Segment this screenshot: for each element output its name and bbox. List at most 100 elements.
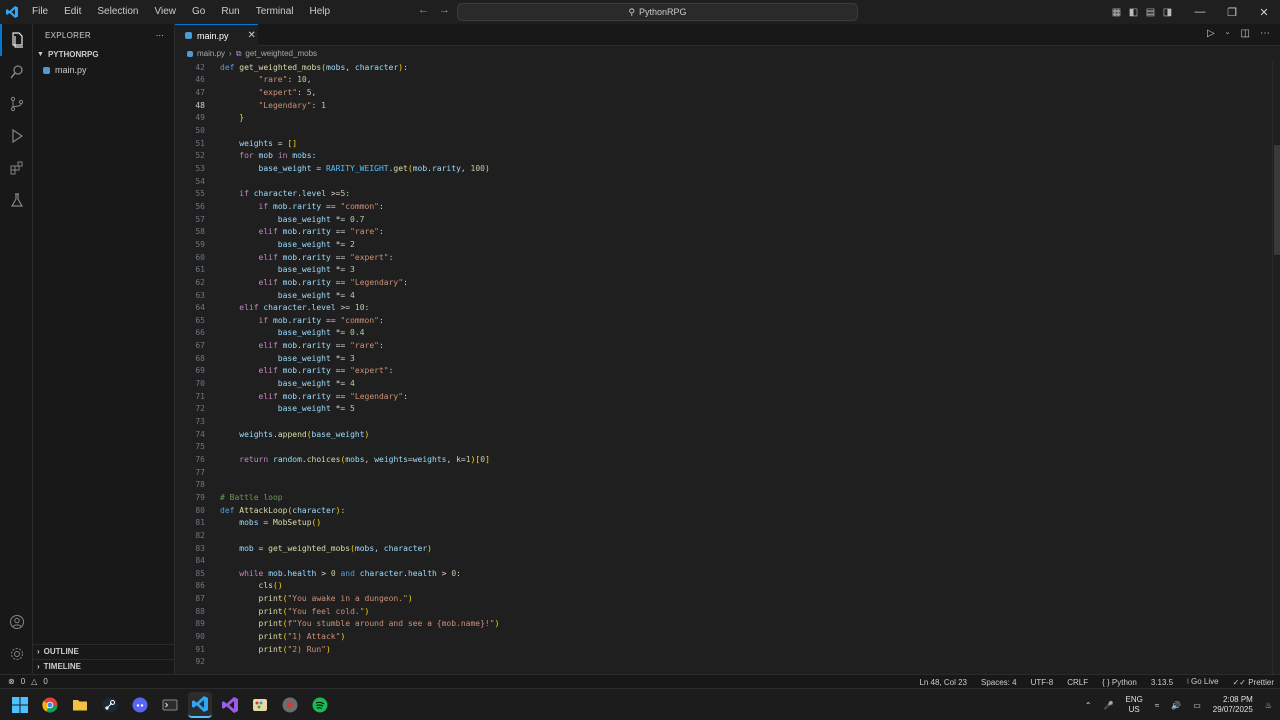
menu-go[interactable]: Go bbox=[184, 0, 213, 24]
search-view-icon[interactable] bbox=[0, 56, 33, 88]
menu-run[interactable]: Run bbox=[213, 0, 247, 24]
code-line[interactable]: 47 "expert": 5, bbox=[175, 86, 1272, 99]
code-line[interactable]: 59 base_weight *= 2 bbox=[175, 238, 1272, 251]
code-line[interactable]: 52 for mob in mobs: bbox=[175, 150, 1272, 163]
code-line[interactable]: 83 mob = get_weighted_mobs(mobs, charact… bbox=[175, 542, 1272, 555]
code-line[interactable]: 82 bbox=[175, 529, 1272, 542]
speaker-icon[interactable]: 🔊 bbox=[1171, 701, 1181, 710]
layout-icon[interactable]: ▦ bbox=[1108, 0, 1125, 24]
code-line[interactable]: 90 print("1) Attack") bbox=[175, 630, 1272, 643]
file-item-main-py[interactable]: main.py bbox=[33, 62, 174, 78]
wifi-icon[interactable]: ≈ bbox=[1155, 701, 1159, 710]
code-line[interactable]: 77 bbox=[175, 466, 1272, 479]
code-line[interactable]: 54 bbox=[175, 175, 1272, 188]
run-python-icon[interactable]: ▷ bbox=[1207, 28, 1215, 39]
code-line[interactable]: 85 while mob.health > 0 and character.he… bbox=[175, 567, 1272, 580]
code-line[interactable]: 86 cls() bbox=[175, 580, 1272, 593]
breadcrumb-file[interactable]: main.py bbox=[197, 49, 225, 58]
tab-main-py[interactable]: main.py ✕ bbox=[175, 24, 258, 46]
code-line[interactable]: 55 if character.level >=5: bbox=[175, 188, 1272, 201]
code-line[interactable]: 51 weights = [] bbox=[175, 137, 1272, 150]
code-line[interactable]: 72 base_weight *= 5 bbox=[175, 403, 1272, 416]
code-line[interactable]: 57 base_weight *= 0.7 bbox=[175, 213, 1272, 226]
code-line[interactable]: 74 weights.append(base_weight) bbox=[175, 428, 1272, 441]
code-line[interactable]: 71 elif mob.rarity == "Legendary": bbox=[175, 390, 1272, 403]
go-live[interactable]: ⧙ Go Live bbox=[1187, 677, 1218, 687]
file-explorer-icon[interactable] bbox=[68, 692, 92, 718]
code-line[interactable]: 65 if mob.rarity == "common": bbox=[175, 314, 1272, 327]
code-line[interactable]: 80 def AttackLoop(character): bbox=[175, 504, 1272, 517]
battery-icon[interactable]: ▭ bbox=[1193, 701, 1201, 710]
spotify-icon[interactable] bbox=[308, 692, 332, 718]
code-line[interactable]: 69 elif mob.rarity == "expert": bbox=[175, 365, 1272, 378]
accounts-icon[interactable] bbox=[0, 606, 33, 638]
run-debug-icon[interactable] bbox=[0, 120, 33, 152]
restore-icon[interactable]: ❐ bbox=[1216, 0, 1248, 24]
explorer-icon[interactable] bbox=[0, 24, 33, 56]
source-control-icon[interactable] bbox=[0, 88, 33, 120]
steam-icon[interactable] bbox=[98, 692, 122, 718]
terminal-app-icon[interactable] bbox=[158, 692, 182, 718]
split-editor-icon[interactable]: ◫ bbox=[1241, 28, 1250, 39]
settings-gear-icon[interactable] bbox=[0, 638, 33, 670]
toggle-panel-icon[interactable]: ▤ bbox=[1142, 0, 1159, 24]
code-line[interactable]: 68 base_weight *= 3 bbox=[175, 352, 1272, 365]
menu-edit[interactable]: Edit bbox=[56, 0, 89, 24]
code-line[interactable]: 79 # Battle loop bbox=[175, 491, 1272, 504]
cursor-position[interactable]: Ln 48, Col 23 bbox=[919, 678, 967, 687]
language-mode[interactable]: { } Python bbox=[1102, 678, 1137, 687]
code-line[interactable]: 42 def get_weighted_mobs(mobs, character)… bbox=[175, 61, 1272, 74]
more-actions-icon[interactable]: ⋯ bbox=[1260, 28, 1270, 39]
menu-file[interactable]: File bbox=[24, 0, 56, 24]
forward-arrow-icon[interactable]: → bbox=[439, 4, 450, 16]
back-arrow-icon[interactable]: ← bbox=[418, 4, 429, 16]
menu-help[interactable]: Help bbox=[302, 0, 339, 24]
code-line[interactable]: 64 elif character.level >= 10: bbox=[175, 301, 1272, 314]
notification-bell-icon[interactable]: ♨ bbox=[1265, 701, 1272, 710]
minimize-icon[interactable]: — bbox=[1184, 0, 1216, 24]
microphone-icon[interactable]: 🎤 bbox=[1104, 701, 1114, 710]
menu-view[interactable]: View bbox=[147, 0, 185, 24]
input-language[interactable]: ENG US bbox=[1126, 695, 1143, 715]
code-line[interactable]: 89 print(f"You stumble around and see a … bbox=[175, 618, 1272, 631]
code-line[interactable]: 67 elif mob.rarity == "rare": bbox=[175, 339, 1272, 352]
end-of-line[interactable]: CRLF bbox=[1067, 678, 1088, 687]
more-actions-icon[interactable]: ⋯ bbox=[156, 31, 164, 40]
clock[interactable]: 2:08 PM 29/07/2025 bbox=[1213, 695, 1253, 715]
code-line[interactable]: 63 base_weight *= 4 bbox=[175, 289, 1272, 302]
chrome-icon[interactable] bbox=[38, 692, 62, 718]
code-line[interactable]: 53 base_weight = RARITY_WEIGHT.get(mob.r… bbox=[175, 162, 1272, 175]
code-line[interactable]: 91 print("2) Run") bbox=[175, 643, 1272, 656]
breadcrumb-symbol[interactable]: get_weighted_mobs bbox=[245, 49, 317, 58]
code-line[interactable]: 70 base_weight *= 4 bbox=[175, 377, 1272, 390]
discord-icon[interactable] bbox=[128, 692, 152, 718]
editor-scrollbar[interactable] bbox=[1272, 61, 1280, 674]
code-line[interactable]: 49 } bbox=[175, 112, 1272, 125]
python-version[interactable]: 3.13.5 bbox=[1151, 678, 1173, 687]
scrollbar-thumb[interactable] bbox=[1274, 145, 1280, 255]
chevron-up-icon[interactable]: ⌃ bbox=[1085, 701, 1092, 710]
code-line[interactable]: 48 "Legendary": 1 bbox=[175, 99, 1272, 112]
timeline-section[interactable]: › TIMELINE bbox=[33, 659, 175, 673]
vscode-taskbar-icon[interactable] bbox=[188, 692, 212, 718]
encoding[interactable]: UTF-8 bbox=[1031, 678, 1054, 687]
code-line[interactable]: 76 return random.choices(mobs, weights=w… bbox=[175, 453, 1272, 466]
code-line[interactable]: 73 bbox=[175, 415, 1272, 428]
run-dropdown-icon[interactable]: ⌄ bbox=[1225, 28, 1231, 39]
problems-indicator[interactable]: ⊗ 0 △ 0 bbox=[0, 677, 48, 686]
workspace-folder[interactable]: ▼ PYTHONRPG bbox=[33, 46, 174, 62]
code-line[interactable]: 61 base_weight *= 3 bbox=[175, 263, 1272, 276]
code-line[interactable]: 46 "rare": 10, bbox=[175, 74, 1272, 87]
testing-icon[interactable] bbox=[0, 184, 33, 216]
indentation[interactable]: Spaces: 4 bbox=[981, 678, 1017, 687]
code-line[interactable]: 56 if mob.rarity == "common": bbox=[175, 200, 1272, 213]
code-line[interactable]: 62 elif mob.rarity == "Legendary": bbox=[175, 276, 1272, 289]
tab-close-icon[interactable]: ✕ bbox=[248, 30, 256, 41]
paint-app-icon[interactable] bbox=[248, 692, 272, 718]
code-line[interactable]: 78 bbox=[175, 478, 1272, 491]
code-line[interactable]: 66 base_weight *= 0.4 bbox=[175, 327, 1272, 340]
close-icon[interactable]: ✕ bbox=[1248, 0, 1280, 24]
menu-terminal[interactable]: Terminal bbox=[248, 0, 302, 24]
code-line[interactable]: 60 elif mob.rarity == "expert": bbox=[175, 251, 1272, 264]
code-editor[interactable]: 42 def get_weighted_mobs(mobs, character)… bbox=[175, 61, 1272, 674]
